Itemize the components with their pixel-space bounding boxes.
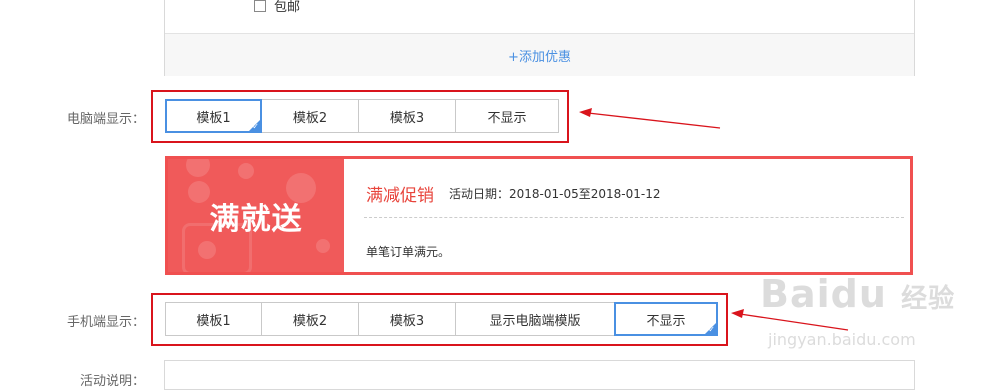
- selected-check-icon: ✓: [252, 122, 259, 131]
- mobile-hide-option[interactable]: 不显示 ✓: [614, 302, 718, 336]
- mobile-template-1-label: 模板1: [196, 313, 231, 329]
- mobile-template-2-option[interactable]: 模板2: [261, 302, 359, 336]
- selected-check-icon: ✓: [708, 325, 715, 334]
- mobile-template-2-label: 模板2: [292, 313, 328, 329]
- promo-divider: [364, 217, 904, 218]
- pc-template-1-label: 模板1: [196, 110, 231, 126]
- promo-date: 活动日期：2018-01-05至2018-01-12: [449, 187, 661, 201]
- mobile-template-3-option[interactable]: 模板3: [358, 302, 456, 336]
- mobile-display-segmented-control: 模板1 模板2 模板3 显示电脑端模版 不显示 ✓: [165, 302, 718, 336]
- promo-banner-image: 满就送: [168, 159, 344, 272]
- mobile-display-label: 手机端显示：: [66, 315, 145, 330]
- arrow-to-pc-display: [579, 108, 721, 129]
- watermark-brand: Baidu 经验: [760, 272, 955, 316]
- activity-description-input[interactable]: [164, 360, 915, 390]
- watermark-url: jingyan.baidu.com: [768, 330, 916, 349]
- mobile-template-3-label: 模板3: [389, 313, 425, 329]
- activity-description-label: 活动说明：: [79, 374, 145, 389]
- promo-title: 满减促销: [366, 186, 434, 206]
- promo-banner-text: 满就送: [209, 201, 303, 237]
- mobile-show-pc-template-label: 显示电脑端模版: [489, 313, 581, 329]
- watermark-brand-text: Baidu: [760, 272, 887, 316]
- promo-description: 单笔订单满元。: [366, 245, 451, 259]
- mobile-show-pc-template-option[interactable]: 显示电脑端模版: [455, 302, 615, 336]
- promo-banner-preview: 满就送 满减促销 活动日期：2018-01-05至2018-01-12 单笔订单…: [165, 156, 913, 275]
- watermark-suffix: 经验: [901, 284, 956, 314]
- mobile-template-1-option[interactable]: 模板1: [165, 302, 262, 336]
- pc-template-1-option[interactable]: 模板1 ✓: [165, 99, 262, 133]
- mobile-hide-label: 不显示: [646, 313, 686, 329]
